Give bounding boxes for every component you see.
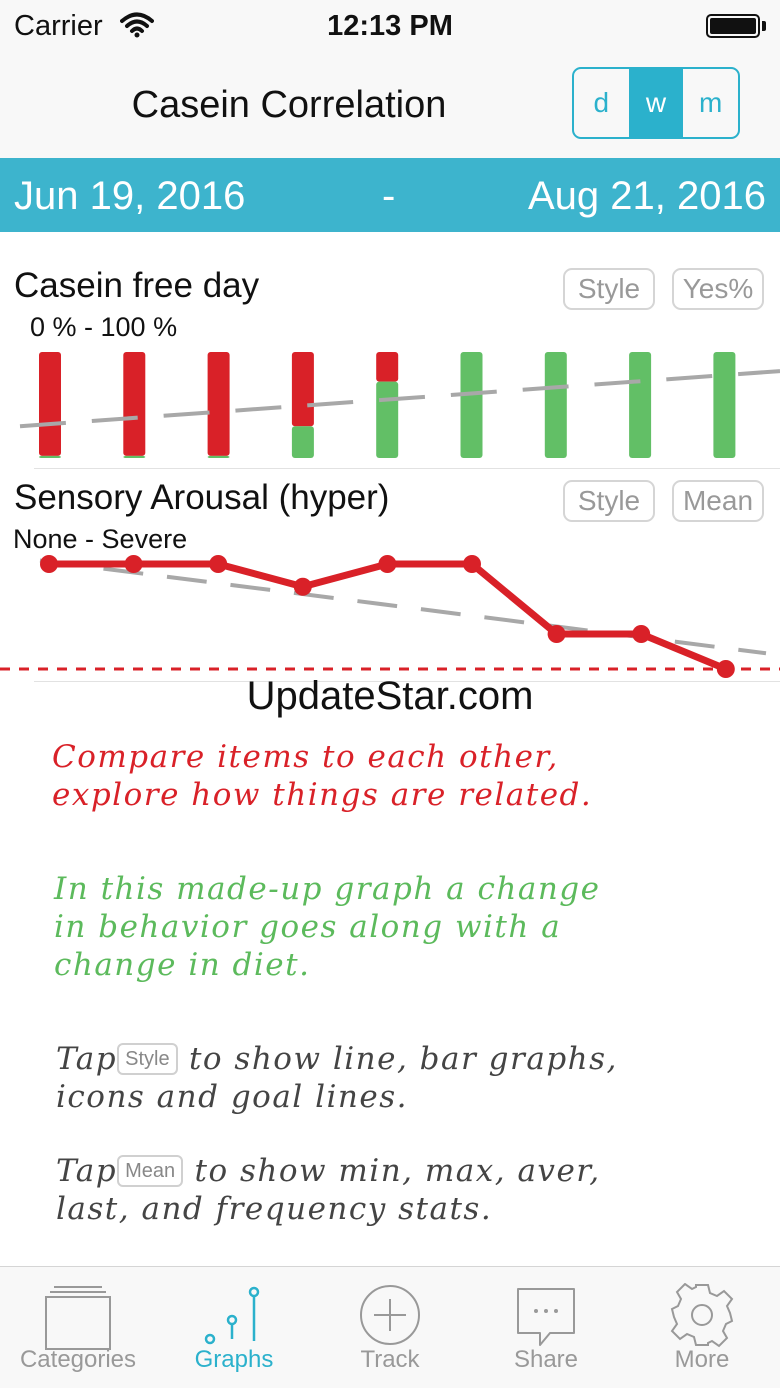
arousal-point-2: [124, 555, 143, 573]
chart-divider: [34, 468, 780, 469]
casein-bar-red-2: [123, 352, 146, 456]
arousal-point-5: [378, 555, 397, 573]
arousal-series-line: [49, 560, 728, 673]
tab-more[interactable]: More: [624, 1267, 780, 1388]
arousal-line-chart[interactable]: [0, 540, 780, 685]
graphs-icon: [204, 1286, 260, 1345]
casein-bar-green-5: [376, 381, 399, 458]
casein-bar-red-3: [207, 352, 230, 456]
tab-track[interactable]: Track: [312, 1267, 468, 1388]
page-title: Casein Correlation: [131, 84, 447, 126]
mean-tip-post: to show min, max, aver,: [194, 1153, 601, 1189]
date-range-bar[interactable]: Jun 19, 2016 - Aug 21, 2016: [0, 158, 780, 232]
casein-bar-green-8: [629, 352, 652, 458]
tab-share[interactable]: Share: [468, 1267, 624, 1388]
gear-icon: [670, 1283, 734, 1348]
categories-icon: [45, 1286, 111, 1350]
casein-bar-red-4: [291, 352, 314, 427]
tab-bar: Categories Graphs Track Share More: [0, 1266, 780, 1388]
note-compare: Compare items to each other, explore how…: [52, 738, 592, 814]
casein-bar-red-1: [39, 352, 61, 456]
note-example-line1: In this made-up graph a change: [54, 871, 601, 907]
note-example-line3: change in diet.: [54, 947, 311, 983]
casein-range-label: 0 % - 100 %: [30, 312, 178, 342]
tab-categories-label: Categories: [19, 1346, 137, 1373]
tab-more-label: More: [674, 1346, 730, 1373]
track-plus-icon: [360, 1285, 420, 1345]
casein-chart-title: Casein free day: [14, 266, 260, 305]
tab-graphs-label: Graphs: [194, 1346, 274, 1373]
mean-tip-pill: Mean: [117, 1155, 184, 1187]
style-tip-post: to show line, bar graphs,: [188, 1041, 618, 1077]
casein-bar-red-5: [376, 352, 399, 382]
segment-month[interactable]: m: [683, 69, 738, 137]
note-style-tip: Tap Style to show line, bar graphs, icons…: [56, 1040, 618, 1116]
casein-bar-green-3: [207, 455, 230, 458]
note-example: In this made-up graph a change in behavi…: [54, 870, 600, 984]
casein-bar-green-1: [39, 455, 61, 458]
tab-categories[interactable]: Categories: [0, 1267, 156, 1388]
casein-bar-green-2: [123, 455, 146, 458]
date-separator: -: [382, 174, 396, 218]
style-tip-pre: Tap: [56, 1041, 118, 1077]
arousal-point-7: [547, 625, 566, 643]
date-end: Aug 21, 2016: [528, 174, 766, 218]
casein-yes-percent-button[interactable]: Yes%: [672, 268, 764, 310]
arousal-mean-button[interactable]: Mean: [672, 480, 764, 522]
casein-bar-green-9: [713, 352, 736, 458]
casein-style-button[interactable]: Style: [563, 268, 655, 310]
watermark: UpdateStar.com: [246, 674, 534, 718]
segment-day[interactable]: d: [574, 69, 629, 137]
arousal-chart-title: Sensory Arousal (hyper): [14, 478, 390, 517]
casein-bar-green-6: [460, 352, 483, 458]
note-mean-tip: Tap Mean to show min, max, aver, last, an…: [56, 1152, 601, 1228]
arousal-style-button[interactable]: Style: [563, 480, 655, 522]
share-message-icon: [517, 1288, 575, 1346]
casein-bar-green-7: [544, 352, 567, 458]
arousal-point-8: [632, 625, 651, 643]
period-segmented-control[interactable]: d w m: [572, 67, 740, 139]
arousal-point-4: [293, 577, 312, 596]
casein-bar-green-4: [291, 426, 314, 458]
status-time: 12:13 PM: [327, 10, 453, 42]
style-tip-line2: icons and goal lines.: [56, 1079, 408, 1115]
segment-week[interactable]: w: [628, 69, 684, 137]
style-tip-pill: Style: [117, 1043, 178, 1075]
date-start: Jun 19, 2016: [14, 174, 246, 218]
mean-tip-pre: Tap: [56, 1153, 118, 1189]
arousal-point-6: [463, 555, 481, 573]
note-compare-line1: Compare items to each other,: [52, 739, 559, 775]
battery-icon: [706, 14, 760, 38]
note-example-line2: in behavior goes along with a: [54, 909, 562, 945]
note-compare-line2: explore how things are related.: [52, 777, 593, 813]
tab-graphs[interactable]: Graphs: [156, 1267, 312, 1388]
battery-tip: [762, 21, 766, 31]
tab-share-label: Share: [513, 1346, 579, 1373]
tab-track-label: Track: [360, 1346, 420, 1373]
arousal-point-3: [209, 555, 228, 573]
casein-bar-chart[interactable]: [0, 340, 780, 465]
arousal-point-1: [40, 555, 58, 573]
mean-tip-line2: last, and frequency stats.: [56, 1191, 493, 1227]
